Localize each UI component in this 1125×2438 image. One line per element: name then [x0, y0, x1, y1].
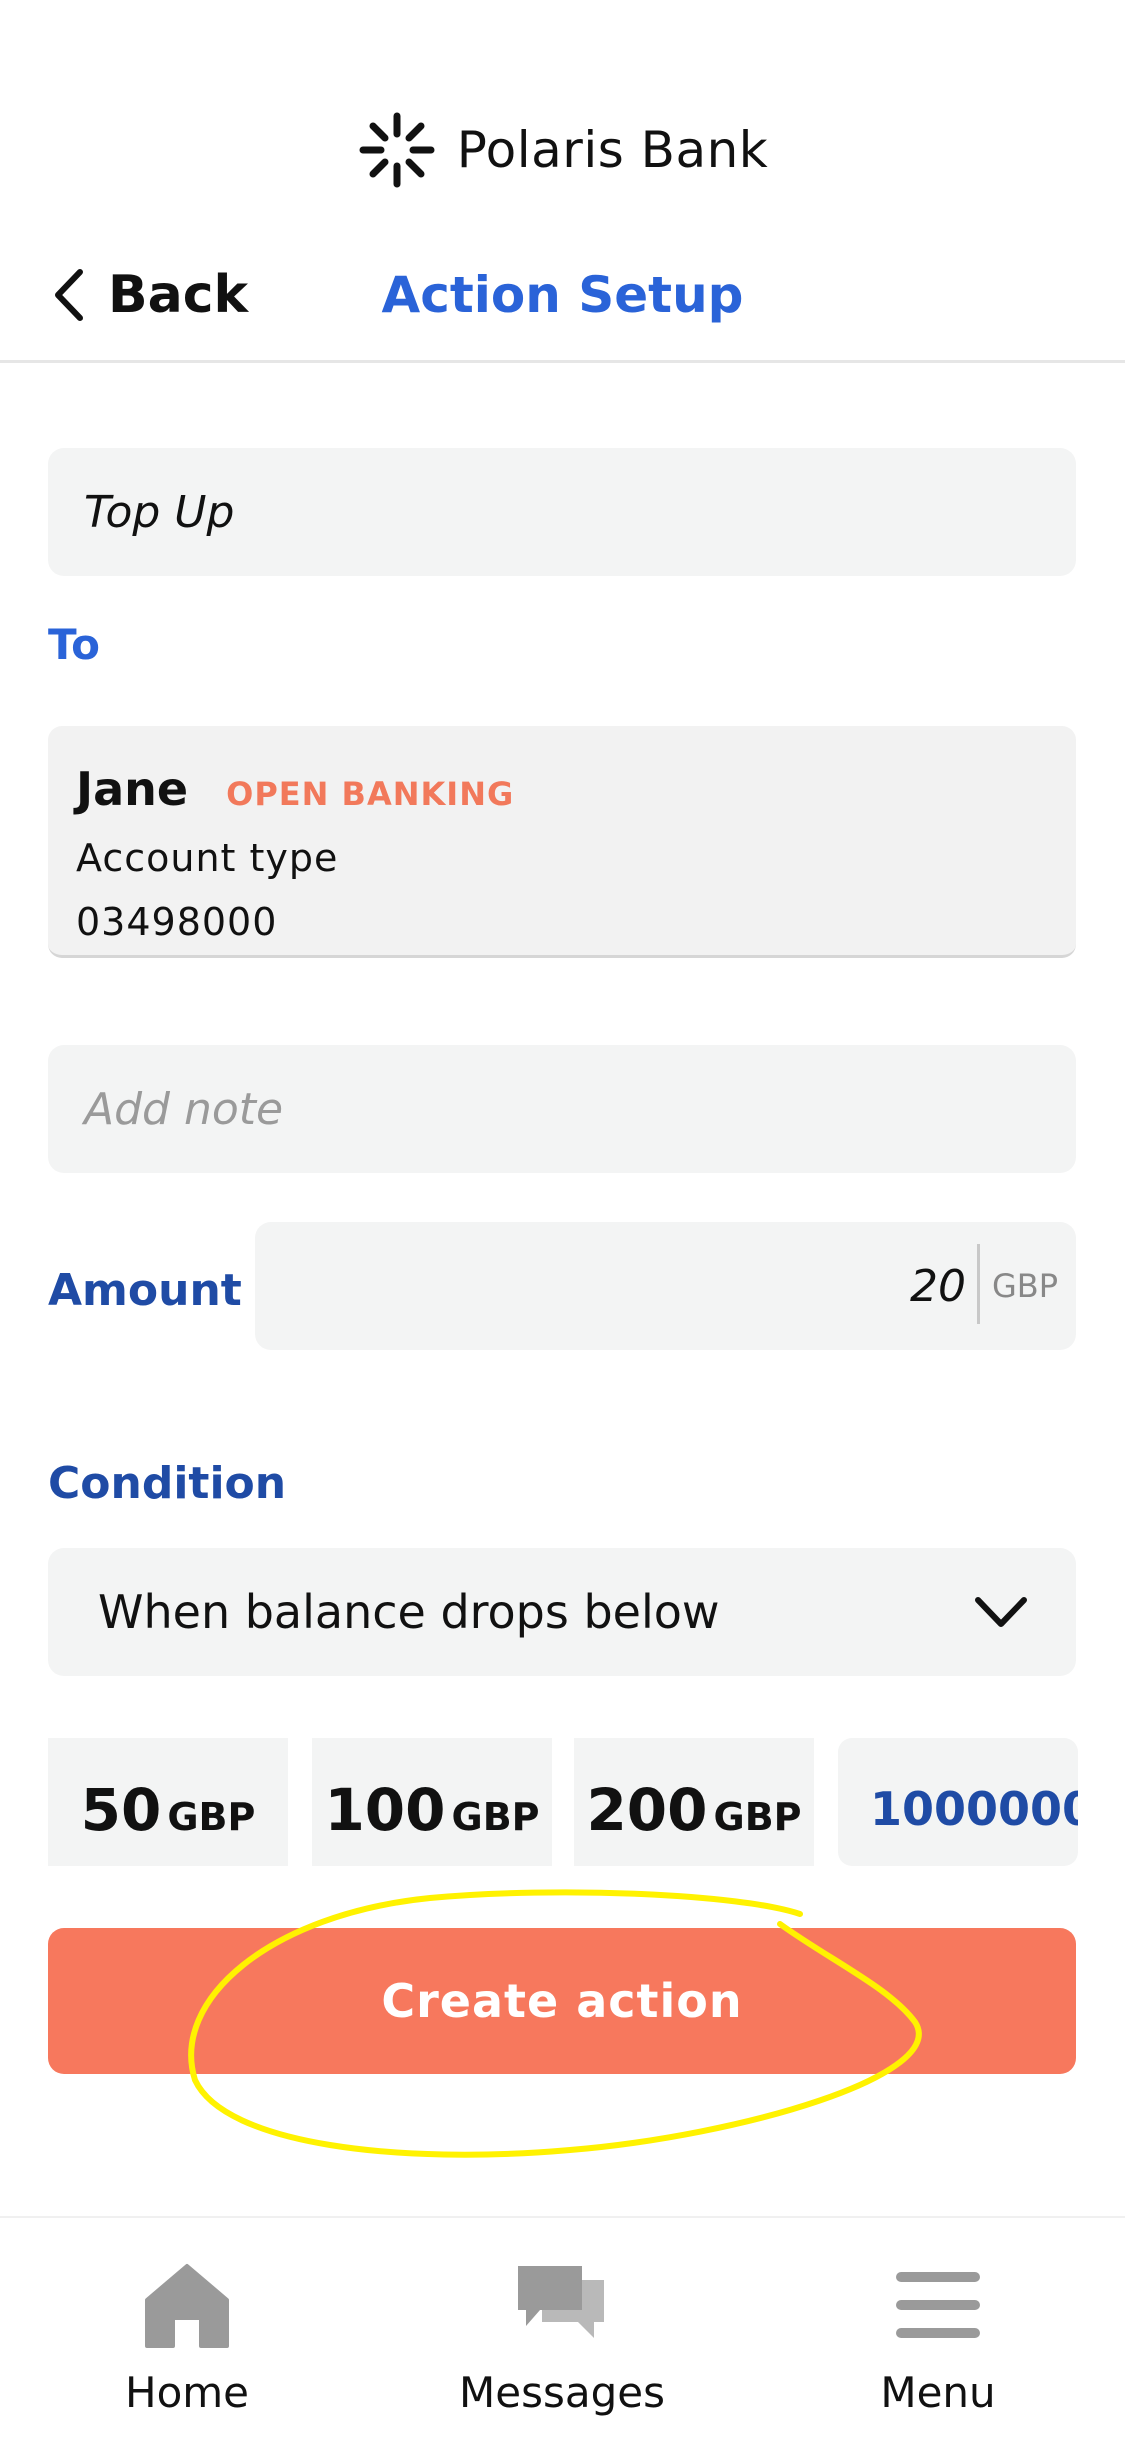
amount-label: Amount	[48, 1265, 242, 1316]
tab-menu[interactable]: Menu	[788, 2218, 1088, 2438]
chip-currency: GBP	[167, 1795, 256, 1839]
condition-label: Condition	[48, 1458, 287, 1509]
tab-label: Messages	[459, 2368, 665, 2417]
amount-input[interactable]: 20 GBP	[255, 1222, 1076, 1350]
tab-label: Home	[124, 2368, 250, 2417]
menu-icon	[896, 2272, 980, 2338]
recipient-name: Jane	[76, 762, 189, 816]
chip-currency: GBP	[451, 1795, 540, 1839]
chevron-down-icon	[975, 1597, 1027, 1627]
recipient-card[interactable]: Jane OPEN BANKING Account type 03498000	[48, 726, 1076, 958]
chip-value: 50	[80, 1776, 162, 1844]
note-input[interactable]: Add note	[48, 1045, 1076, 1173]
tab-messages[interactable]: Messages	[412, 2218, 712, 2438]
condition-select[interactable]: When balance drops below	[48, 1548, 1076, 1676]
chip-value: 100	[324, 1776, 446, 1844]
tab-home[interactable]: Home	[37, 2218, 337, 2438]
recipient-account-type: Account type	[76, 836, 339, 880]
header-divider	[0, 360, 1125, 363]
polaris-logo-icon	[359, 112, 435, 188]
threshold-chip-200[interactable]: 200 GBP	[574, 1738, 814, 1866]
to-label: To	[48, 620, 100, 669]
open-banking-badge: OPEN BANKING	[226, 775, 515, 813]
threshold-chip-100[interactable]: 100 GBP	[312, 1738, 552, 1866]
recipient-account-number: 03498000	[76, 900, 278, 944]
brand-header: Polaris Bank	[0, 105, 1125, 195]
custom-threshold-input[interactable]: 1000000	[838, 1738, 1078, 1866]
home-icon	[145, 2264, 229, 2348]
bottom-tab-bar: Home Messages Menu	[0, 2216, 1125, 2438]
action-name-field[interactable]: Top Up	[48, 448, 1076, 576]
chip-value: 200	[586, 1776, 708, 1844]
tab-label: Menu	[880, 2368, 996, 2417]
create-action-button[interactable]: Create action	[48, 1928, 1076, 2074]
messages-icon	[518, 2266, 604, 2338]
brand-name: Polaris Bank	[456, 121, 769, 179]
condition-value: When balance drops below	[98, 1585, 720, 1639]
custom-threshold-value: 1000000	[870, 1782, 1078, 1836]
amount-value: 20	[910, 1260, 966, 1312]
page-title: Action Setup	[381, 266, 744, 324]
threshold-chip-50[interactable]: 50 GBP	[48, 1738, 288, 1866]
chip-currency: GBP	[713, 1795, 802, 1839]
text-cursor	[977, 1244, 980, 1324]
amount-currency: GBP	[991, 1267, 1058, 1305]
